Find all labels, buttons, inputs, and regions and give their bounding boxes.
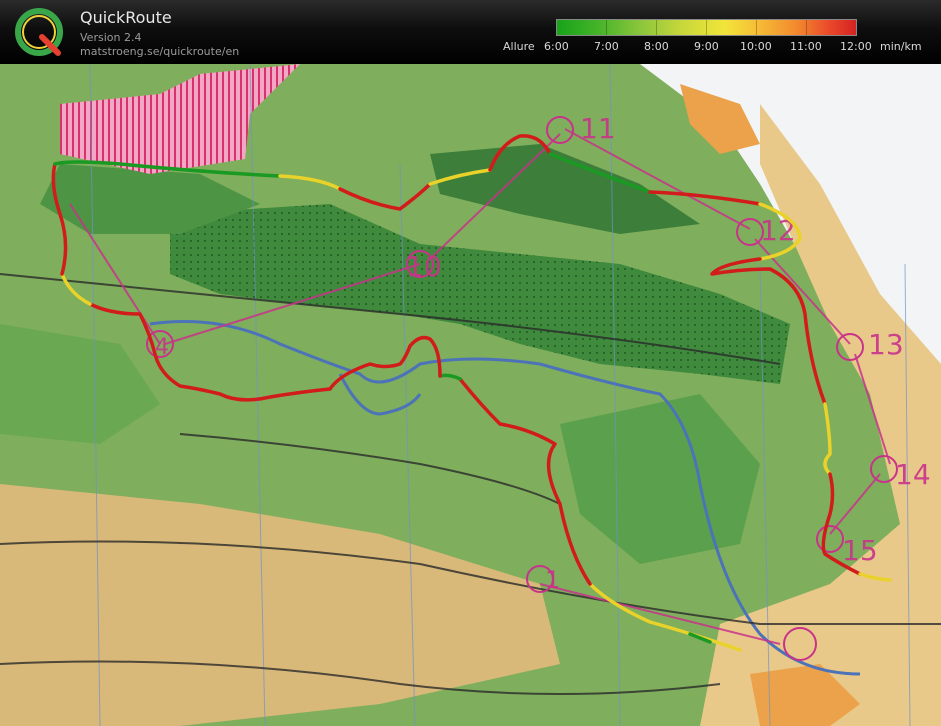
pace-tick-label: 11:00 (790, 40, 822, 53)
pace-tick-label: 9:00 (694, 40, 719, 53)
pace-tick-label: 8:00 (644, 40, 669, 53)
control-label-11: 11 (580, 112, 616, 145)
pace-tick-label: 10:00 (740, 40, 772, 53)
app-title: QuickRoute (80, 8, 172, 27)
control-label-15: 15 (842, 534, 878, 567)
control-label-1: 1 (545, 566, 560, 594)
app-version: Version 2.4 (80, 31, 142, 44)
control-label-13: 13 (868, 328, 904, 361)
app-url[interactable]: matstroeng.se/quickroute/en (80, 45, 239, 58)
header-bar: QuickRoute Version 2.4 matstroeng.se/qui… (0, 0, 941, 65)
pace-tick-label: 12:00 (840, 40, 872, 53)
pace-tick-label: 7:00 (594, 40, 619, 53)
quickroute-logo-icon (15, 8, 63, 56)
pace-color-scale (556, 19, 857, 36)
control-label-14: 14 (895, 458, 931, 491)
control-label-10: 10 (406, 250, 442, 283)
scale-tick (606, 20, 607, 35)
orienteering-map[interactable]: 4 10 11 12 13 14 15 1 (0, 64, 941, 726)
pace-tick-label: 6:00 (544, 40, 569, 53)
scale-tick (756, 20, 757, 35)
quickroute-window: QuickRoute Version 2.4 matstroeng.se/qui… (0, 0, 941, 726)
scale-tick (806, 20, 807, 35)
pace-unit: min/km (880, 40, 922, 53)
scale-tick (706, 20, 707, 35)
pace-scale-title: Allure (503, 40, 535, 53)
scale-tick (656, 20, 657, 35)
